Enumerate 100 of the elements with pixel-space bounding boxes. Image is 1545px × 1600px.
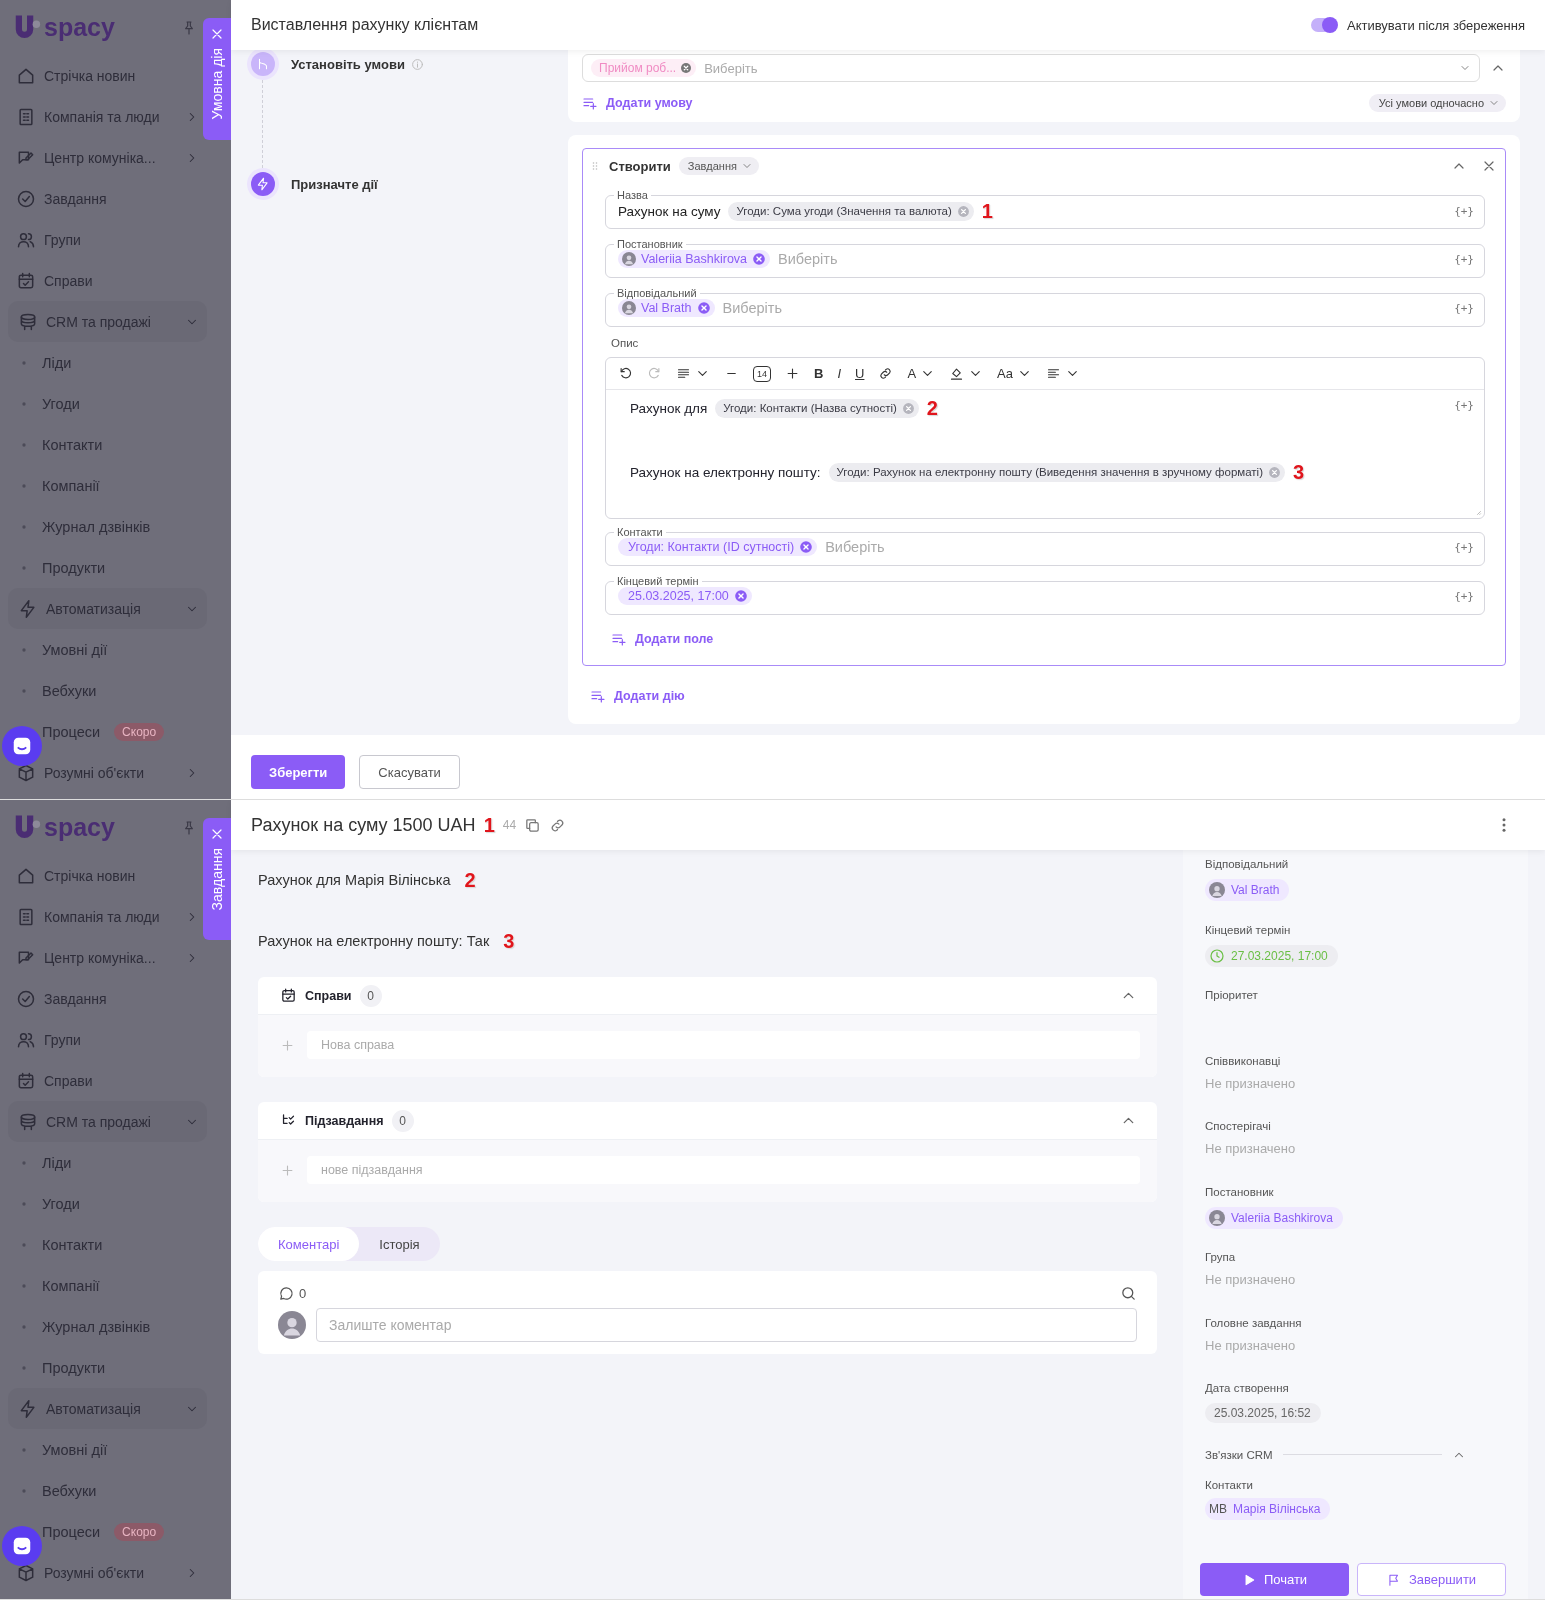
nav-item[interactable]: Завдання (0, 978, 207, 1019)
nav-subitem[interactable]: Умовні дії (0, 629, 231, 670)
input-field[interactable]: Відповідальний Val Brath Виберіть {+} (605, 287, 1485, 327)
input-field[interactable]: нове підзавдання (307, 1156, 1140, 1184)
mode-dropdown[interactable]: Усі умови одночасно (1368, 94, 1506, 112)
initials: МВ (1209, 1501, 1227, 1516)
nav-subitem[interactable]: Угоди (0, 1183, 231, 1224)
italic-button[interactable]: I (837, 366, 842, 381)
entity-dropdown[interactable]: Завдання (678, 157, 759, 175)
tab[interactable]: Історія (359, 1227, 440, 1261)
editor-text: Рахунок для (630, 400, 708, 416)
nav-group[interactable]: Автоматизація (8, 1388, 207, 1429)
side-tab[interactable]: Завдання (203, 818, 231, 940)
insert-variable-button[interactable]: {+} (1454, 301, 1474, 315)
nav-subitem[interactable]: Ліди (0, 1142, 231, 1183)
color-button[interactable]: A (907, 366, 917, 381)
nav-subitem[interactable]: Журнал дзвінків (0, 1306, 231, 1347)
add-action-link[interactable]: Додати дію (590, 688, 1506, 704)
nav-item[interactable]: Центр комуніка... (0, 137, 207, 178)
field-value: Рахунок на суму (618, 203, 721, 219)
size-button[interactable]: 14 (753, 365, 771, 382)
nav-subitem[interactable]: Процеси Скоро (0, 711, 231, 752)
user-chip[interactable]: Val Brath (1205, 879, 1290, 901)
insert-variable-button[interactable]: {+} (1454, 540, 1474, 554)
add-condition-link[interactable]: Додати умову (582, 95, 693, 111)
nav-subitem[interactable]: Процеси Скоро (0, 1511, 231, 1552)
detail-label: Спостерігачі (1205, 1119, 1272, 1132)
side-tab[interactable]: Умовна дія (203, 18, 231, 140)
nav-subitem[interactable]: Угоди (0, 383, 231, 424)
nav-item[interactable]: Групи (0, 219, 207, 260)
soon-badge: Скоро (114, 722, 165, 741)
nav-item[interactable]: Розумні об'єкти (0, 752, 207, 793)
field-label: Опис (611, 337, 640, 349)
nav-subitem[interactable]: Компанії (0, 1265, 231, 1306)
action-verb: Створити (609, 158, 671, 174)
input-field[interactable]: Нова справа (307, 1031, 1140, 1059)
add-field-link[interactable]: Додати поле (611, 631, 1485, 647)
nav-subitem[interactable]: Вебхуки (0, 670, 231, 711)
insert-variable-button[interactable]: {+} (1454, 252, 1474, 266)
nav-item[interactable]: Справи (0, 1060, 207, 1101)
tab[interactable]: Коментарі (258, 1227, 360, 1261)
user-chip[interactable]: Valeriia Bashkirova (1205, 1206, 1343, 1229)
description-text: Рахунок для Марія Вілінська (258, 872, 451, 888)
contact-chip[interactable]: МВ Марія Вілінська (1205, 1497, 1331, 1520)
insert-variable-button[interactable]: {+} (1454, 399, 1474, 412)
nav-subitem[interactable]: Ліди (0, 342, 231, 383)
nav-item[interactable]: Справи (0, 260, 207, 301)
bold-button[interactable]: B (814, 366, 824, 381)
token-chip: Угоди: Сума угоди (Значення та валюта) (728, 201, 974, 221)
start-button[interactable]: Почати (1200, 1563, 1349, 1596)
cancel-button[interactable]: Скасувати (359, 755, 460, 789)
nav-group[interactable]: CRM та продажі (8, 301, 207, 342)
nav-group[interactable]: Автоматизація (8, 588, 207, 629)
nav-item[interactable]: Завдання (0, 178, 207, 219)
detail-label: Група (1205, 1250, 1237, 1263)
side-tab-label: Завдання (209, 848, 225, 911)
detail-value: Не призначено (1205, 1272, 1296, 1287)
detail-label: Дата створення (1205, 1381, 1290, 1394)
select-input[interactable]: Виберіть (704, 60, 1451, 76)
nav-subitem[interactable]: Продукти (0, 547, 231, 588)
token-chip: Угоди: Контакти (Назва сутності) (715, 398, 919, 418)
field-label: Відповідальний (616, 287, 698, 299)
finish-button[interactable]: Завершити (1357, 1563, 1506, 1596)
detail-label: Пріоритет (1205, 988, 1259, 1001)
nav-item[interactable]: Центр комуніка... (0, 937, 207, 978)
deadline-chip[interactable]: 27.03.2025, 17:00 (1205, 944, 1338, 967)
nav-subitem[interactable]: Вебхуки (0, 1470, 231, 1511)
field-label: Кінцевий термін (616, 575, 700, 587)
condition-field[interactable]: Прийом роб... Виберіть (582, 54, 1480, 82)
nav-subitem[interactable]: Контакти (0, 424, 231, 465)
input-field[interactable]: Контакти Угоди: Контакти (ID сутності) Виберіть {+} (605, 526, 1485, 566)
token-chip: Val Brath (618, 299, 715, 317)
nav-subitem[interactable]: Продукти (0, 1347, 231, 1388)
annotation-number: 2 (926, 398, 938, 418)
nav-item[interactable]: Розумні об'єкти (0, 1552, 207, 1593)
nav-subitem[interactable]: Журнал дзвінків (0, 506, 231, 547)
annotation-number: 3 (1293, 462, 1305, 482)
nav-subitem[interactable]: Компанії (0, 465, 231, 506)
step-label: Установіть умови (291, 56, 405, 72)
save-button[interactable]: Зберегти (251, 755, 346, 789)
text-editor[interactable]: 14 B I U A Aa Рахунок для Угоди: Контакти (Назва сутності) 2 Рахунок на електронну пошту: Угоди: Рахунок на електронну пошту (Виведення значення в зручному форматі) 3 {+} (605, 357, 1485, 519)
detail-label: Відповідальний (1205, 857, 1290, 870)
input-field[interactable]: Назва Рахунок на суму Угоди: Сума угоди (Значення та валюта) 1 {+} (605, 189, 1485, 229)
field-label: Контакти (616, 526, 664, 538)
underline-button[interactable]: U (855, 366, 865, 381)
insert-variable-button[interactable]: {+} (1454, 204, 1474, 218)
insert-variable-button[interactable]: {+} (1454, 589, 1474, 603)
input-field[interactable]: Кінцевий термін 25.03.2025, 17:00 {+} (605, 575, 1485, 615)
nav-item[interactable]: Групи (0, 1019, 207, 1060)
task-number: 44 (502, 818, 517, 832)
step-label: Призначте дії (291, 176, 378, 192)
case-button[interactable]: Aa (997, 366, 1013, 381)
comment-field[interactable]: Залиште коментар (316, 1308, 1137, 1342)
token-chip: Угоди: Рахунок на електронну пошту (Виведення значення в зручному форматі) (828, 462, 1285, 482)
logo-text: spacy (44, 813, 115, 842)
input-field[interactable]: Постановник Valeriia Bashkirova Виберіть {+} (605, 238, 1485, 278)
nav-subitem[interactable]: Контакти (0, 1224, 231, 1265)
nav-group[interactable]: CRM та продажі (8, 1101, 207, 1142)
detail-value: Не призначено (1205, 1075, 1296, 1091)
nav-subitem[interactable]: Умовні дії (0, 1429, 231, 1470)
